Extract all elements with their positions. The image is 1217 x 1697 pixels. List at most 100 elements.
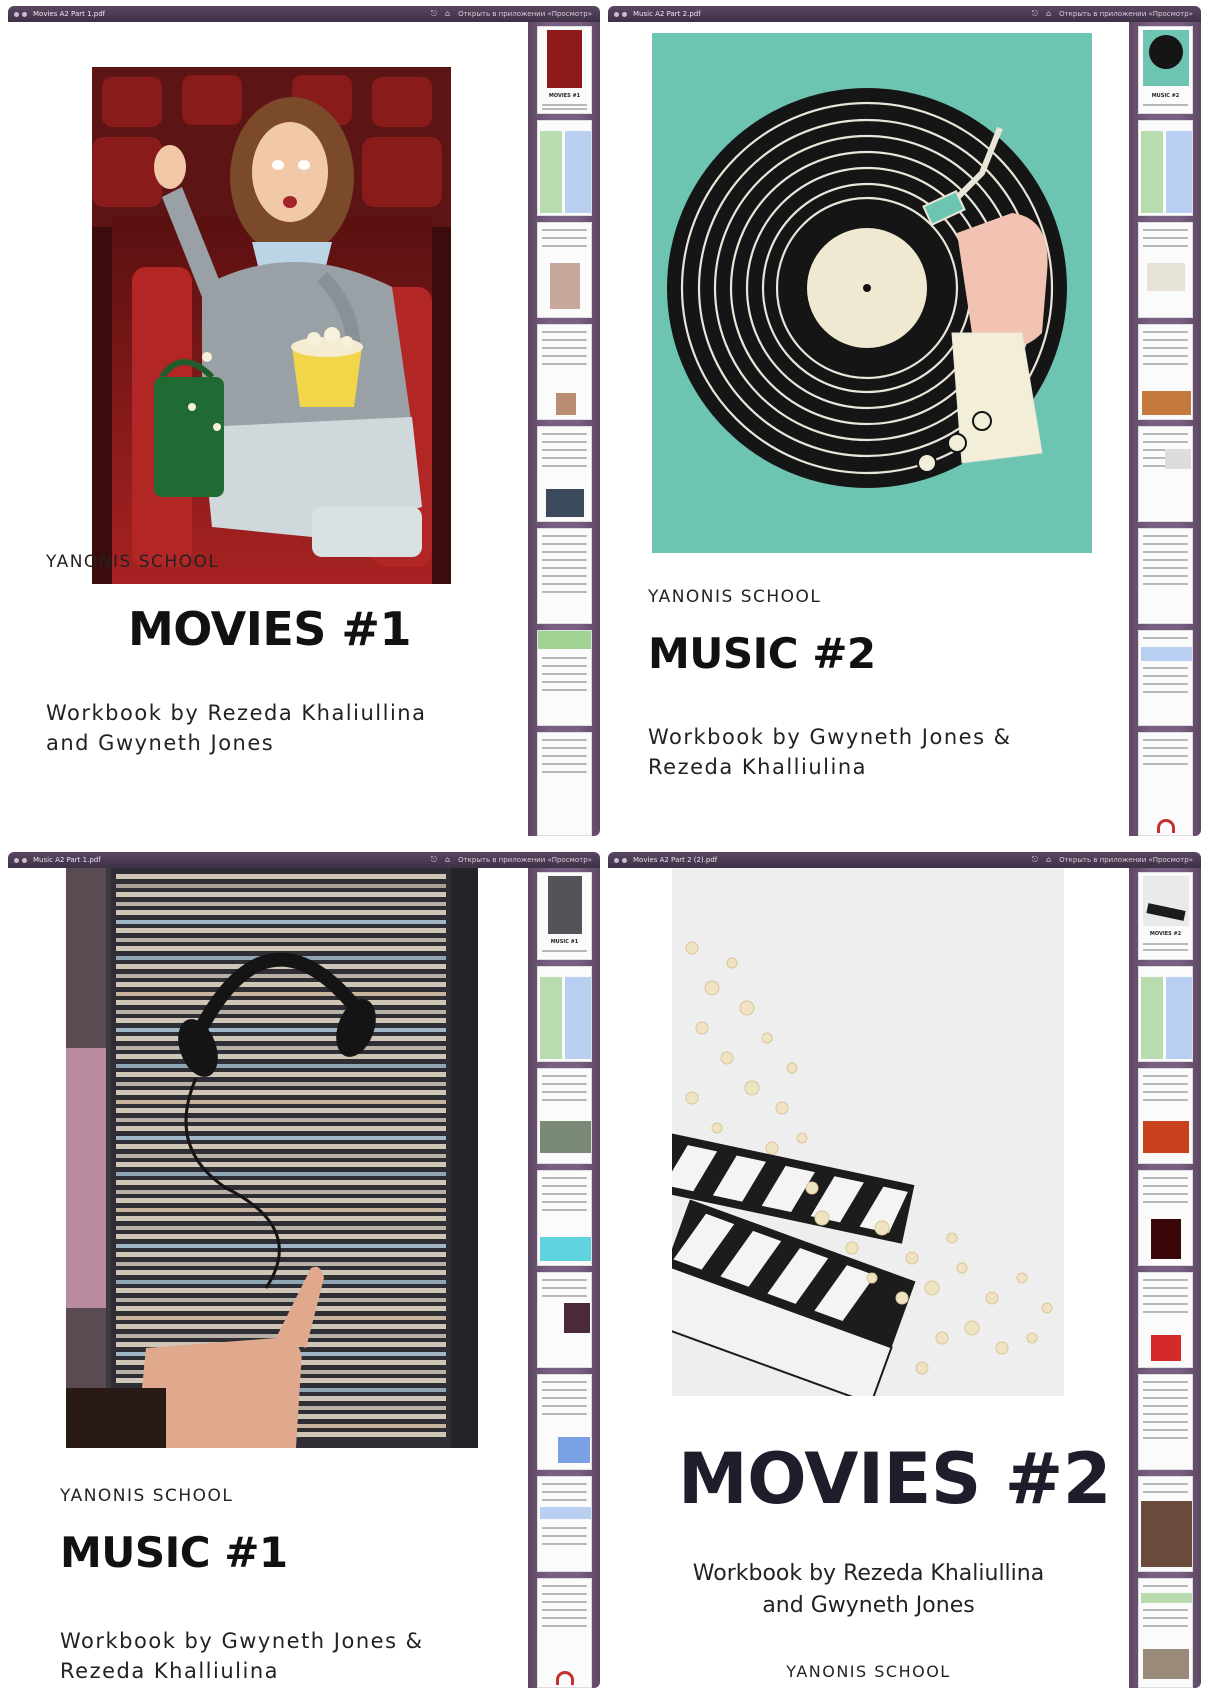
lock-icon[interactable]: ⌂ <box>445 852 450 868</box>
thumbnail-page[interactable] <box>1138 426 1193 522</box>
thumbnail-page[interactable] <box>537 630 592 726</box>
title-bar[interactable]: Movies A2 Part 2 (2).pdf ⎋ ⌂ Открыть в п… <box>608 852 1201 868</box>
thumbnail-title: MOVIES #2 <box>1149 931 1182 937</box>
open-in-preview-link[interactable]: Открыть в приложении «Просмотр» <box>458 852 592 868</box>
pdf-window-movies-1: Movies A2 Part 1.pdf ⎋ ⌂ Открыть в прило… <box>8 6 600 836</box>
share-icon[interactable]: ⎋ <box>431 852 437 868</box>
cover-image <box>92 67 451 584</box>
thumbnail-page[interactable] <box>1138 1068 1193 1164</box>
thumbnail-cover[interactable]: MUSIC #2 <box>1138 26 1193 114</box>
thumbnail-page[interactable] <box>1138 120 1193 216</box>
woman-in-cinema-icon <box>92 67 451 584</box>
open-in-preview-link[interactable]: Открыть в приложении «Просмотр» <box>458 6 592 22</box>
popcorn-clapperboard-icon <box>672 868 1064 1396</box>
thumbnail-page[interactable] <box>537 324 592 420</box>
thumbnail-page[interactable] <box>537 120 592 216</box>
share-icon[interactable]: ⎋ <box>1032 852 1038 868</box>
vinyl-records-headphones-icon <box>66 868 478 1448</box>
thumbnail-page[interactable] <box>537 1578 592 1688</box>
open-in-preview-link[interactable]: Открыть в приложении «Просмотр» <box>1059 852 1193 868</box>
thumbnail-page[interactable] <box>1138 222 1193 318</box>
thumbnail-page[interactable] <box>537 966 592 1062</box>
thumbnail-page[interactable] <box>537 1476 592 1572</box>
byline-line-2: and Gwyneth Jones <box>46 731 275 756</box>
thumbnail-page[interactable] <box>1138 732 1193 836</box>
file-name: Movies A2 Part 2 (2).pdf <box>633 856 718 864</box>
byline-line-2: and Gwyneth Jones <box>762 1592 975 1618</box>
byline: Workbook by Gwyneth Jones & Rezeda Khall… <box>60 1626 424 1687</box>
share-icon[interactable]: ⎋ <box>431 6 437 22</box>
share-icon[interactable]: ⎋ <box>1032 6 1038 22</box>
pdf-window-music-2: Music A2 Part 2.pdf ⎋ ⌂ Открыть в прилож… <box>608 6 1201 836</box>
thumbnail-sidebar[interactable]: MUSIC #2 <box>1129 22 1201 836</box>
thumbnail-page[interactable] <box>1138 324 1193 420</box>
pdf-page: YANONIS SCHOOL MOVIES #1 Workbook by Rez… <box>8 22 528 836</box>
thumbnail-title: MOVIES #1 <box>548 93 581 99</box>
page-title: MOVIES #2 <box>678 1438 1111 1520</box>
thumbnail-page[interactable] <box>537 222 592 318</box>
thumbnail-title: MUSIC #1 <box>550 939 579 945</box>
school-name: YANONIS SCHOOL <box>786 1662 951 1681</box>
lock-icon[interactable]: ⌂ <box>1046 6 1051 22</box>
thumbnail-page[interactable] <box>1138 1374 1193 1470</box>
zoom-dot-icon[interactable] <box>622 857 627 863</box>
byline-line-2: Rezeda Khalliulina <box>60 1659 279 1684</box>
byline-line-2: Rezeda Khalliulina <box>648 755 867 780</box>
thumbnail-page[interactable] <box>537 426 592 522</box>
page-title: MOVIES #1 <box>128 602 411 656</box>
byline-line-1: Workbook by Gwyneth Jones & <box>648 725 1012 749</box>
thumbnail-page[interactable] <box>1138 1476 1193 1572</box>
zoom-dot-icon[interactable] <box>622 11 627 17</box>
title-bar[interactable]: Movies A2 Part 1.pdf ⎋ ⌂ Открыть в прило… <box>8 6 600 22</box>
thumbnail-cover[interactable]: MOVIES #2 <box>1138 872 1193 960</box>
thumbnail-cover[interactable]: MOVIES #1 <box>537 26 592 114</box>
title-bar[interactable]: Music A2 Part 2.pdf ⎋ ⌂ Открыть в прилож… <box>608 6 1201 22</box>
file-name: Music A2 Part 1.pdf <box>33 856 101 864</box>
lock-icon[interactable]: ⌂ <box>1046 852 1051 868</box>
school-name: YANONIS SCHOOL <box>60 1486 234 1506</box>
zoom-dot-icon[interactable] <box>22 857 27 863</box>
byline-line-1: Workbook by Rezeda Khaliullina <box>46 701 427 725</box>
file-name: Music A2 Part 2.pdf <box>633 10 701 18</box>
thumbnail-page[interactable] <box>1138 1578 1193 1688</box>
thumbnail-page[interactable] <box>537 528 592 624</box>
thumbnail-cover[interactable]: MUSIC #1 <box>537 872 592 960</box>
lock-icon[interactable]: ⌂ <box>445 6 450 22</box>
close-dot-icon[interactable] <box>14 11 19 17</box>
page-title: MUSIC #1 <box>60 1528 288 1577</box>
thumbnail-page[interactable] <box>1138 1272 1193 1368</box>
page-title: MUSIC #2 <box>648 629 876 678</box>
school-name: YANONIS SCHOOL <box>648 587 822 607</box>
thumbnail-page[interactable] <box>537 732 592 836</box>
vinyl-turntable-icon <box>652 33 1092 553</box>
cover-image <box>672 868 1064 1396</box>
thumbnail-page[interactable] <box>1138 630 1193 726</box>
zoom-dot-icon[interactable] <box>22 11 27 17</box>
byline: Workbook by Rezeda Khaliullina and Gwyne… <box>608 1558 1129 1622</box>
file-name: Movies A2 Part 1.pdf <box>33 10 106 18</box>
open-in-preview-link[interactable]: Открыть в приложении «Просмотр» <box>1059 6 1193 22</box>
headphones-icon <box>1157 819 1175 833</box>
pdf-window-music-1: Music A2 Part 1.pdf ⎋ ⌂ Открыть в прилож… <box>8 852 600 1688</box>
close-dot-icon[interactable] <box>614 857 619 863</box>
title-bar[interactable]: Music A2 Part 1.pdf ⎋ ⌂ Открыть в прилож… <box>8 852 600 868</box>
close-dot-icon[interactable] <box>614 11 619 17</box>
cover-image <box>66 868 478 1448</box>
thumbnail-sidebar[interactable]: MOVIES #2 <box>1129 868 1201 1688</box>
thumbnail-page[interactable] <box>537 1374 592 1470</box>
thumbnail-page[interactable] <box>537 1170 592 1266</box>
thumbnail-title: MUSIC #2 <box>1151 93 1180 99</box>
thumbnail-sidebar[interactable]: MUSIC #1 <box>528 868 600 1688</box>
pdf-window-movies-2: Movies A2 Part 2 (2).pdf ⎋ ⌂ Открыть в п… <box>608 852 1201 1688</box>
school-name: YANONIS SCHOOL <box>46 552 220 572</box>
thumbnail-page[interactable] <box>1138 966 1193 1062</box>
thumbnail-sidebar[interactable]: MOVIES #1 <box>528 22 600 836</box>
headphones-icon <box>556 1671 574 1685</box>
thumbnail-page[interactable] <box>537 1272 592 1368</box>
close-dot-icon[interactable] <box>14 857 19 863</box>
thumbnail-page[interactable] <box>537 1068 592 1164</box>
thumbnail-page[interactable] <box>1138 528 1193 624</box>
byline: Workbook by Gwyneth Jones & Rezeda Khall… <box>648 722 1012 783</box>
thumbnail-page[interactable] <box>1138 1170 1193 1266</box>
cover-image <box>652 33 1092 553</box>
